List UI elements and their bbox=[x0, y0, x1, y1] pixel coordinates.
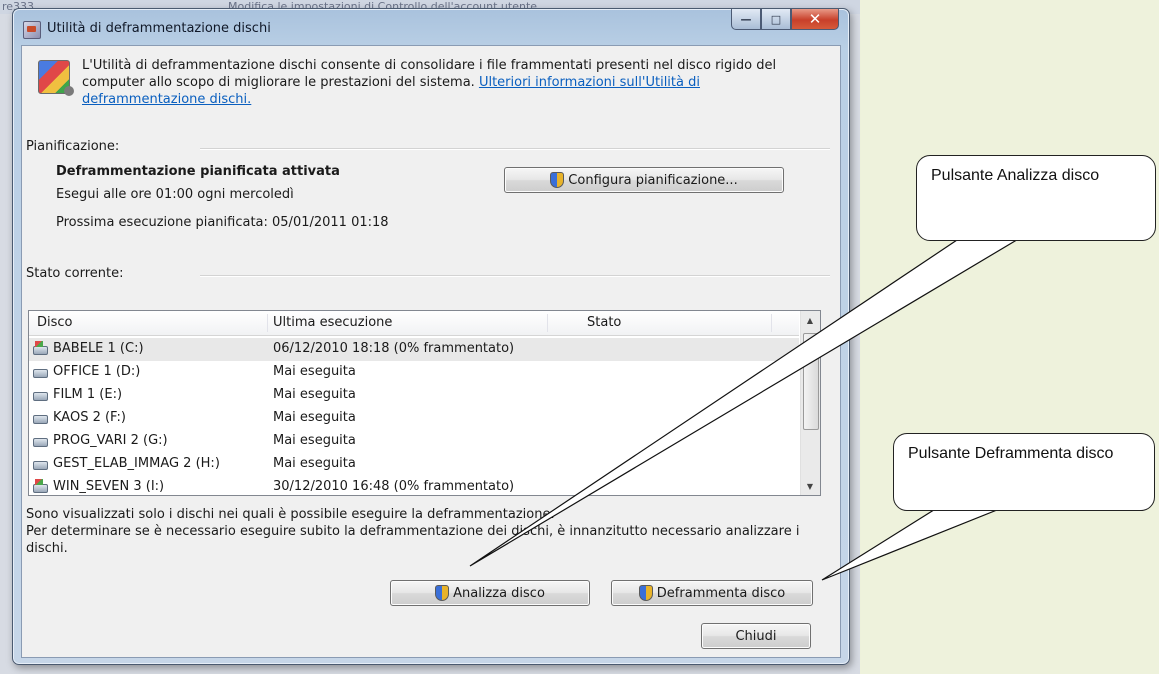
defrag-callout: Pulsante Deframmenta disco bbox=[893, 433, 1155, 511]
callout-pointers bbox=[469, 237, 1021, 581]
defrag-callout-pointer bbox=[821, 507, 1003, 581]
defrag-callout-text: Pulsante Deframmenta disco bbox=[908, 445, 1114, 462]
analyze-callout: Pulsante Analizza disco bbox=[916, 155, 1156, 241]
analyze-callout-text: Pulsante Analizza disco bbox=[931, 167, 1100, 184]
